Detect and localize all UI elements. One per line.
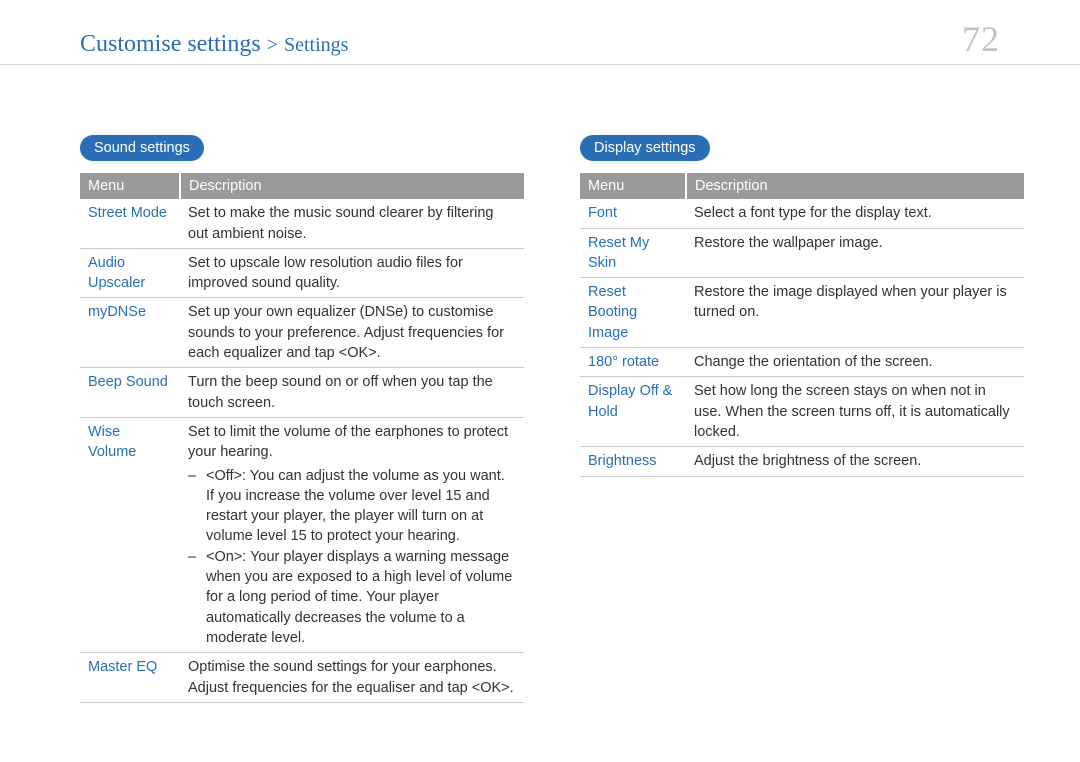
- table-row: Wise Volume Set to limit the volume of t…: [80, 417, 524, 652]
- page-header: Customise settings > Settings 72: [0, 0, 1080, 65]
- table-row: Reset Booting Image Restore the image di…: [580, 278, 1024, 348]
- display-settings-table: Menu Description Font Select a font type…: [580, 173, 1024, 477]
- bullet-dash-icon: –: [188, 466, 206, 547]
- table-row: Brightness Adjust the brightness of the …: [580, 447, 1024, 476]
- wise-volume-off-text: <Off>: You can adjust the volume as you …: [206, 466, 516, 547]
- table-row: Audio Upscaler Set to upscale low resolu…: [80, 248, 524, 298]
- table-row: Beep Sound Turn the beep sound on or off…: [80, 368, 524, 418]
- table-row: Master EQ Optimise the sound settings fo…: [80, 653, 524, 703]
- menu-display-off-hold: Display Off & Hold: [580, 377, 686, 447]
- table-row: Street Mode Set to make the music sound …: [80, 199, 524, 248]
- menu-wise-volume: Wise Volume: [80, 417, 180, 652]
- wise-volume-intro: Set to limit the volume of the earphones…: [188, 422, 516, 463]
- menu-master-eq: Master EQ: [80, 653, 180, 703]
- menu-brightness: Brightness: [580, 447, 686, 476]
- wise-volume-off-bullet: – <Off>: You can adjust the volume as yo…: [188, 466, 516, 547]
- desc-180-rotate: Change the orientation of the screen.: [686, 348, 1024, 377]
- menu-reset-booting-image: Reset Booting Image: [580, 278, 686, 348]
- desc-reset-skin: Restore the wallpaper image.: [686, 228, 1024, 278]
- sound-settings-column: Sound settings Menu Description Street M…: [80, 135, 524, 703]
- desc-master-eq: Optimise the sound settings for your ear…: [180, 653, 524, 703]
- wise-volume-on-text: <On>: Your player displays a warning mes…: [206, 547, 516, 648]
- col-header-description: Description: [180, 173, 524, 199]
- table-row: myDNSe Set up your own equalizer (DNSe) …: [80, 298, 524, 368]
- menu-audio-upscaler: Audio Upscaler: [80, 248, 180, 298]
- bullet-dash-icon: –: [188, 547, 206, 648]
- page-content: Sound settings Menu Description Street M…: [0, 65, 1080, 703]
- desc-font: Select a font type for the display text.: [686, 199, 1024, 228]
- desc-beep-sound: Turn the beep sound on or off when you t…: [180, 368, 524, 418]
- col-header-description: Description: [686, 173, 1024, 199]
- desc-reset-booting-image: Restore the image displayed when your pl…: [686, 278, 1024, 348]
- breadcrumb-part2: Settings: [284, 34, 348, 56]
- col-header-menu: Menu: [580, 173, 686, 199]
- col-header-menu: Menu: [80, 173, 180, 199]
- wise-volume-on-bullet: – <On>: Your player displays a warning m…: [188, 547, 516, 648]
- breadcrumb-part1: Customise settings: [80, 31, 261, 57]
- breadcrumb-sep: >: [267, 34, 278, 56]
- menu-mydnse: myDNSe: [80, 298, 180, 368]
- display-settings-pill: Display settings: [580, 135, 710, 161]
- table-row: Reset My Skin Restore the wallpaper imag…: [580, 228, 1024, 278]
- menu-font: Font: [580, 199, 686, 228]
- table-row: Display Off & Hold Set how long the scre…: [580, 377, 1024, 447]
- desc-audio-upscaler: Set to upscale low resolution audio file…: [180, 248, 524, 298]
- desc-street-mode: Set to make the music sound clearer by f…: [180, 199, 524, 248]
- desc-wise-volume: Set to limit the volume of the earphones…: [180, 417, 524, 652]
- sound-settings-table: Menu Description Street Mode Set to make…: [80, 173, 524, 703]
- desc-display-off-hold: Set how long the screen stays on when no…: [686, 377, 1024, 447]
- menu-beep-sound: Beep Sound: [80, 368, 180, 418]
- breadcrumb: Customise settings > Settings: [80, 31, 348, 58]
- menu-180-rotate: 180° rotate: [580, 348, 686, 377]
- menu-reset-skin: Reset My Skin: [580, 228, 686, 278]
- table-row: 180° rotate Change the orientation of th…: [580, 348, 1024, 377]
- desc-mydnse: Set up your own equalizer (DNSe) to cust…: [180, 298, 524, 368]
- sound-settings-pill: Sound settings: [80, 135, 204, 161]
- desc-brightness: Adjust the brightness of the screen.: [686, 447, 1024, 476]
- table-row: Font Select a font type for the display …: [580, 199, 1024, 228]
- menu-street-mode: Street Mode: [80, 199, 180, 248]
- page-number: 72: [962, 18, 1000, 60]
- display-settings-column: Display settings Menu Description Font S…: [580, 135, 1024, 703]
